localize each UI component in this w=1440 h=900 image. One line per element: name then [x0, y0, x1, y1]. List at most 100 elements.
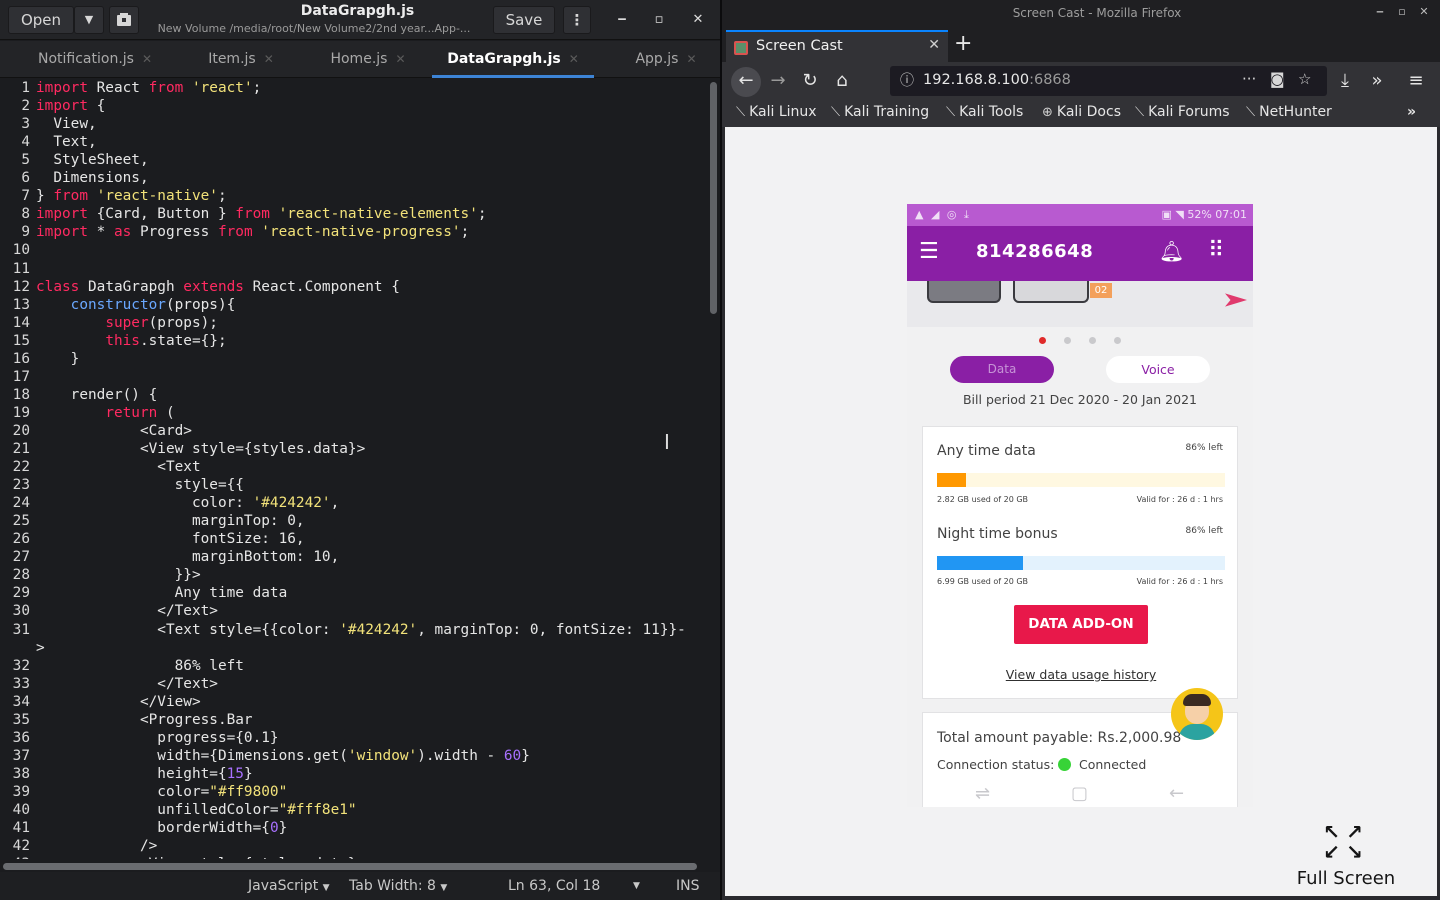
code-line[interactable]: 12 class DataGrapgh extends React.Compone…	[0, 278, 400, 296]
home-icon[interactable]: ⌂	[829, 69, 855, 95]
code-line[interactable]: 25 marginTop: 0,	[0, 512, 305, 530]
code-line[interactable]: >	[0, 639, 45, 657]
overflow-chevron-icon[interactable]: »	[1364, 69, 1390, 95]
tab-app[interactable]: App.js ✕	[616, 41, 716, 78]
open-dropdown-icon[interactable]: ▼	[74, 6, 104, 34]
code-line[interactable]: 26 fontSize: 16,	[0, 530, 305, 548]
code-line[interactable]: 34 </View>	[0, 693, 201, 711]
code-area[interactable]: 1 import React from 'react'; 2 import {3 Vi…	[0, 79, 708, 859]
code-line[interactable]: 23 style={{	[0, 476, 244, 494]
code-line[interactable]: 17	[0, 368, 36, 386]
code-line[interactable]: 38 height={15}	[0, 765, 253, 783]
code-line[interactable]: 19 return (	[0, 404, 175, 422]
bookmark-kali-tools[interactable]: ⟍ Kali Tools	[946, 104, 1023, 120]
close-icon[interactable]: ✕	[395, 52, 405, 66]
page-actions-icon[interactable]: ···	[1242, 70, 1256, 88]
tab-notification[interactable]: Notification.js ✕	[24, 41, 166, 78]
bookmark-kali-linux[interactable]: ⟍ Kali Linux	[736, 104, 817, 120]
code-line[interactable]: 22 <Text	[0, 458, 201, 476]
code-line[interactable]: 5 StyleSheet,	[0, 151, 148, 169]
horizontal-scrollbar[interactable]	[3, 863, 697, 870]
minimize-icon[interactable]: ‒	[1372, 5, 1388, 18]
code-line[interactable]: 2 import {	[0, 97, 105, 115]
maximize-icon[interactable]: ▫	[647, 8, 671, 32]
vertical-scrollbar[interactable]	[710, 82, 717, 314]
minimize-icon[interactable]: ‒	[610, 8, 634, 32]
carousel-dot[interactable]	[1064, 337, 1071, 344]
code-line[interactable]: 6 Dimensions,	[0, 169, 148, 187]
code-line[interactable]: 13 constructor(props){	[0, 296, 236, 314]
code-line[interactable]: 18 render() {	[0, 386, 158, 404]
code-line[interactable]: 10	[0, 241, 36, 259]
code-line[interactable]: 32 86% left	[0, 657, 244, 675]
maximize-icon[interactable]: ▫	[1394, 5, 1410, 18]
close-icon[interactable]: ✕	[1416, 5, 1432, 18]
code-line[interactable]: 39 color="#ff9800"	[0, 783, 288, 801]
overflow-chevron-icon[interactable]: »	[1407, 104, 1416, 120]
app-menu-icon[interactable]: ≡	[1403, 69, 1429, 95]
code-line[interactable]: 29 Any time data	[0, 584, 288, 602]
code-line[interactable]: 16 }	[0, 350, 80, 368]
usage-history-link[interactable]: View data usage history	[923, 667, 1239, 682]
bookmark-kali-training[interactable]: ⟍ Kali Training	[831, 104, 929, 120]
code-line[interactable]: 37 width={Dimensions.get('window').width…	[0, 747, 530, 765]
info-icon[interactable]: ⓘ	[900, 70, 914, 90]
fullscreen-button[interactable]: ↖↗ ↙↘ Full Screen	[1291, 822, 1401, 889]
support-avatar[interactable]	[1171, 688, 1223, 740]
new-document-button[interactable]	[109, 6, 139, 34]
pocket-icon[interactable]: ◙	[1270, 70, 1285, 88]
close-icon[interactable]: ✕	[142, 52, 152, 66]
code-line[interactable]: 36 progress={0.1}	[0, 729, 279, 747]
tab-width-selector[interactable]: Tab Width: 8 ▼	[349, 878, 447, 894]
bookmark-star-icon[interactable]: ☆	[1298, 70, 1311, 88]
code-line[interactable]: 4 Text,	[0, 133, 96, 151]
save-button[interactable]: Save	[493, 6, 555, 34]
code-line[interactable]: 1 import React from 'react';	[0, 79, 261, 97]
home-square-icon[interactable]: ▢	[1071, 783, 1088, 804]
tab-datagrapgh[interactable]: DataGrapgh.js ✕	[432, 41, 594, 78]
chevron-down-icon[interactable]: ▼	[633, 881, 640, 891]
bookmark-kali-forums[interactable]: ⟍ Kali Forums	[1135, 104, 1230, 120]
bell-icon[interactable]: 🔔︎	[1159, 239, 1184, 263]
carousel-dot[interactable]	[1089, 337, 1096, 344]
bookmark-nethunter[interactable]: ⟍ NetHunter	[1246, 104, 1332, 120]
code-line[interactable]: 11	[0, 260, 36, 278]
code-line[interactable]: 42 />	[0, 837, 158, 855]
hamburger-menu-icon[interactable]: ☰	[919, 239, 939, 264]
code-line[interactable]: 28 }}>	[0, 566, 201, 584]
code-line[interactable]: 33 </Text>	[0, 675, 218, 693]
code-line[interactable]: 24 color: '#424242',	[0, 494, 340, 512]
code-line[interactable]: 21 <View style={styles.data}>	[0, 440, 366, 458]
data-addon-button[interactable]: DATA ADD-ON	[1014, 605, 1148, 644]
code-line[interactable]: 3 View,	[0, 115, 96, 133]
code-line[interactable]: 7} from 'react-native';	[0, 187, 226, 205]
promo-banner[interactable]: 02	[907, 281, 1253, 327]
close-icon[interactable]: ✕	[264, 52, 274, 66]
code-line[interactable]: 41 borderWidth={0}	[0, 819, 288, 837]
apps-grid-icon[interactable]: ⠿	[1208, 238, 1224, 263]
code-line[interactable]: 40 unfilledColor="#fff8e1"	[0, 801, 357, 819]
download-icon[interactable]: ⤓	[1332, 69, 1358, 95]
code-line[interactable]: 14 super(props);	[0, 314, 218, 332]
language-selector[interactable]: JavaScript ▼	[248, 878, 330, 894]
code-line[interactable]: 43 <View style={styles.data}>	[0, 855, 366, 859]
voice-toggle-button[interactable]: Voice	[1106, 356, 1210, 383]
open-button[interactable]: Open	[8, 6, 74, 34]
close-icon[interactable]: ✕	[686, 8, 710, 32]
phone-screen-cast[interactable]: ▲ ◢ ◎ ⤓ ▣ ◥ 52% 07:01 ☰ 814286648 🔔︎ ⠿ 0…	[907, 204, 1253, 807]
browser-tab-screen-cast[interactable]: Screen Cast ✕	[726, 30, 948, 62]
data-toggle-button[interactable]: Data	[950, 356, 1054, 383]
url-bar[interactable]: ⓘ 192.168.8.100:6868 ··· ◙ ☆	[890, 66, 1327, 96]
code-line[interactable]: 30 </Text>	[0, 602, 218, 620]
code-line[interactable]: 27 marginBottom: 10,	[0, 548, 340, 566]
code-line[interactable]: 20 <Card>	[0, 422, 192, 440]
close-icon[interactable]: ✕	[928, 37, 940, 53]
cursor-position[interactable]: Ln 63, Col 18	[508, 878, 600, 894]
close-icon[interactable]: ✕	[569, 52, 579, 66]
hamburger-menu-icon[interactable]: ⋮	[563, 6, 591, 34]
carousel-dot-active[interactable]	[1039, 337, 1046, 344]
code-line[interactable]: 31 <Text style={{color: '#424242', margi…	[0, 621, 686, 639]
back-arrow-icon[interactable]: ←	[1169, 783, 1184, 804]
recents-icon[interactable]: ⇌	[975, 783, 990, 804]
code-line[interactable]: 9 import * as Progress from 'react-native…	[0, 223, 469, 241]
